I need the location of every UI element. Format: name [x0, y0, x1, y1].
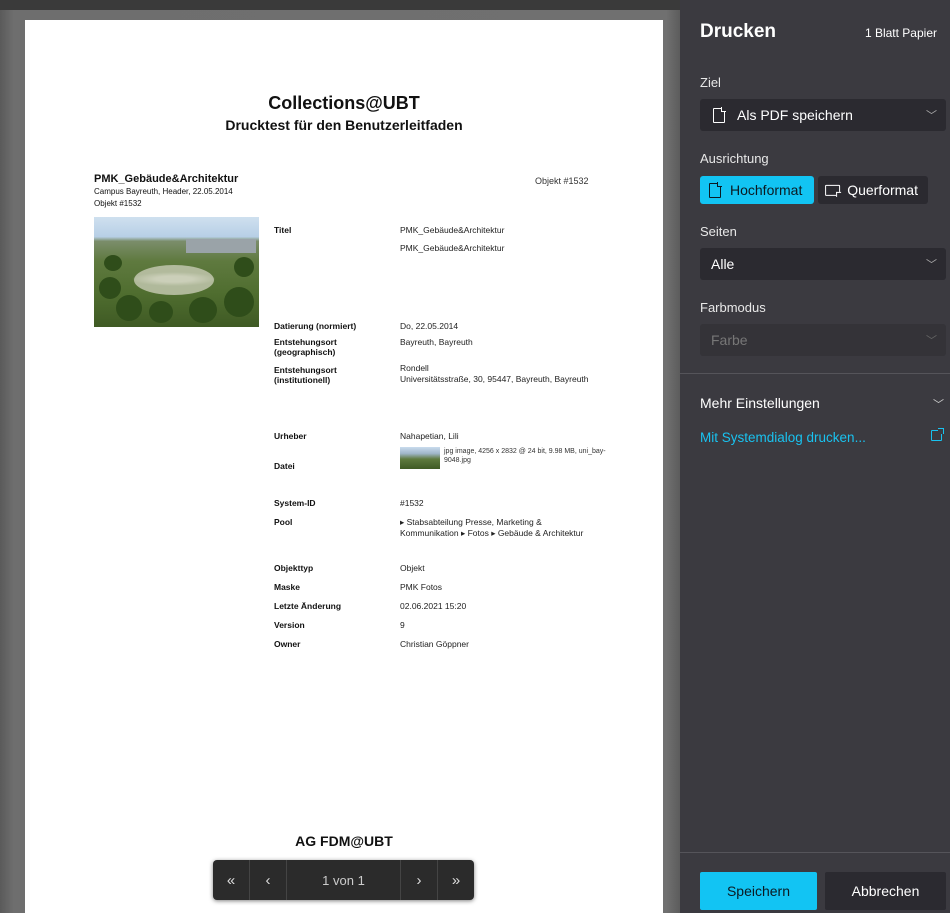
- field-label: Urheber: [274, 431, 307, 441]
- external-link-icon[interactable]: [931, 428, 944, 441]
- footer-divider: [680, 852, 950, 853]
- print-preview-area: Collections@UBT Drucktest für den Benutz…: [0, 0, 680, 913]
- field-label: Pool: [274, 517, 293, 527]
- field-label: Titel: [274, 225, 292, 235]
- first-page-button[interactable]: «: [213, 860, 250, 900]
- field-label: Datierung (normiert): [274, 321, 357, 331]
- field-label: System-ID: [274, 498, 316, 508]
- file-thumbnail: [400, 447, 440, 469]
- last-page-button[interactable]: »: [437, 860, 474, 900]
- field-label: Datei: [274, 461, 295, 471]
- destination-select[interactable]: Als PDF speichern ﹀: [700, 99, 946, 131]
- field-value: 02.06.2021 15:20: [400, 601, 467, 611]
- pages-value: Alle: [711, 256, 735, 272]
- preview-page: Collections@UBT Drucktest für den Benutz…: [25, 20, 663, 913]
- document-icon: [713, 106, 726, 123]
- landscape-label: Querformat: [847, 182, 918, 198]
- field-value: Do, 22.05.2014: [400, 321, 459, 331]
- field-label: Entstehungsort (institutionell): [274, 365, 337, 385]
- field-value: Christian Göppner: [400, 639, 469, 649]
- chevron-down-icon[interactable]: ﹀: [933, 396, 944, 412]
- field-label: Letzte Änderung: [274, 601, 342, 611]
- field-label: Entstehungsort (geographisch): [274, 337, 337, 357]
- next-page-button[interactable]: ›: [400, 860, 437, 900]
- object-number: Objekt #1532: [535, 176, 589, 186]
- portrait-label: Hochformat: [730, 182, 803, 198]
- field-value: Nahapetian, Lili: [400, 431, 459, 441]
- previous-page-button[interactable]: ‹: [250, 860, 287, 900]
- landscape-page-icon: [825, 184, 841, 196]
- field-label: Maske: [274, 582, 300, 592]
- landscape-button[interactable]: Querformat: [818, 176, 928, 204]
- chevron-down-icon: ﹀: [926, 259, 937, 271]
- object-id-line: Objekt #1532: [94, 199, 142, 208]
- destination-label: Ziel: [700, 75, 721, 90]
- section-divider: [680, 373, 950, 374]
- object-header: PMK_Gebäude&Architektur Campus Bayreuth,…: [94, 173, 238, 209]
- object-name: PMK_Gebäude&Architektur: [94, 173, 239, 185]
- orientation-label: Ausrichtung: [700, 151, 769, 166]
- chevron-down-icon: ﹀: [926, 335, 937, 347]
- field-value: ▸ Stabsabteilung Presse, Marketing & Kom…: [400, 517, 584, 538]
- field-label: Objekttyp: [274, 563, 314, 573]
- document-footer: AG FDM@UBT: [295, 833, 393, 849]
- field-value: Bayreuth, Bayreuth: [400, 337, 473, 347]
- preview-top-edge: [0, 0, 680, 10]
- page-indicator: 1 von 1: [322, 872, 365, 888]
- save-button[interactable]: Speichern: [700, 872, 817, 910]
- object-photo: [94, 217, 259, 327]
- pages-select[interactable]: Alle ﹀: [700, 248, 946, 280]
- field-value: 9: [400, 620, 405, 630]
- portrait-button[interactable]: Hochformat: [700, 176, 814, 204]
- field-value: PMK_Gebäude&Architektur: [400, 243, 505, 253]
- color-mode-value: Farbe: [711, 332, 748, 348]
- page-navigator: « ‹ 1 von 1 › »: [213, 860, 474, 900]
- portrait-page-icon: [709, 181, 722, 198]
- object-subtitle: Campus Bayreuth, Header, 22.05.2014: [94, 187, 233, 196]
- more-settings-toggle[interactable]: Mehr Einstellungen: [700, 395, 820, 411]
- chevron-down-icon: ﹀: [926, 110, 937, 122]
- destination-value: Als PDF speichern: [737, 107, 853, 123]
- cancel-button[interactable]: Abbrechen: [825, 872, 946, 910]
- system-dialog-link[interactable]: Mit Systemdialog drucken...: [700, 430, 866, 445]
- color-mode-select[interactable]: Farbe ﹀: [700, 324, 946, 356]
- field-value: Objekt: [400, 563, 425, 573]
- panel-title: Drucken: [700, 21, 777, 42]
- field-value: Rondell Universitätsstraße, 30, 95447, B…: [400, 363, 589, 384]
- color-mode-label: Farbmodus: [700, 300, 766, 315]
- pages-label: Seiten: [700, 224, 737, 239]
- field-value: PMK_Gebäude&Architektur: [400, 225, 505, 235]
- field-label: Owner: [274, 639, 301, 649]
- field-value: PMK Fotos: [400, 582, 443, 592]
- field-value: #1532: [400, 498, 424, 508]
- sheet-count: 1 Blatt Papier: [864, 26, 937, 40]
- field-label: Version: [274, 620, 305, 630]
- print-settings-panel: Drucken 1 Blatt Papier Ziel Als PDF spei…: [680, 0, 950, 913]
- document-subtitle: Drucktest für den Benutzerleitfaden: [225, 117, 463, 133]
- orientation-toggle: Hochformat Querformat: [700, 176, 928, 204]
- file-info: jpg image, 4256 x 2832 @ 24 bit, 9.98 MB…: [444, 448, 606, 464]
- document-title: Collections@UBT: [268, 93, 420, 113]
